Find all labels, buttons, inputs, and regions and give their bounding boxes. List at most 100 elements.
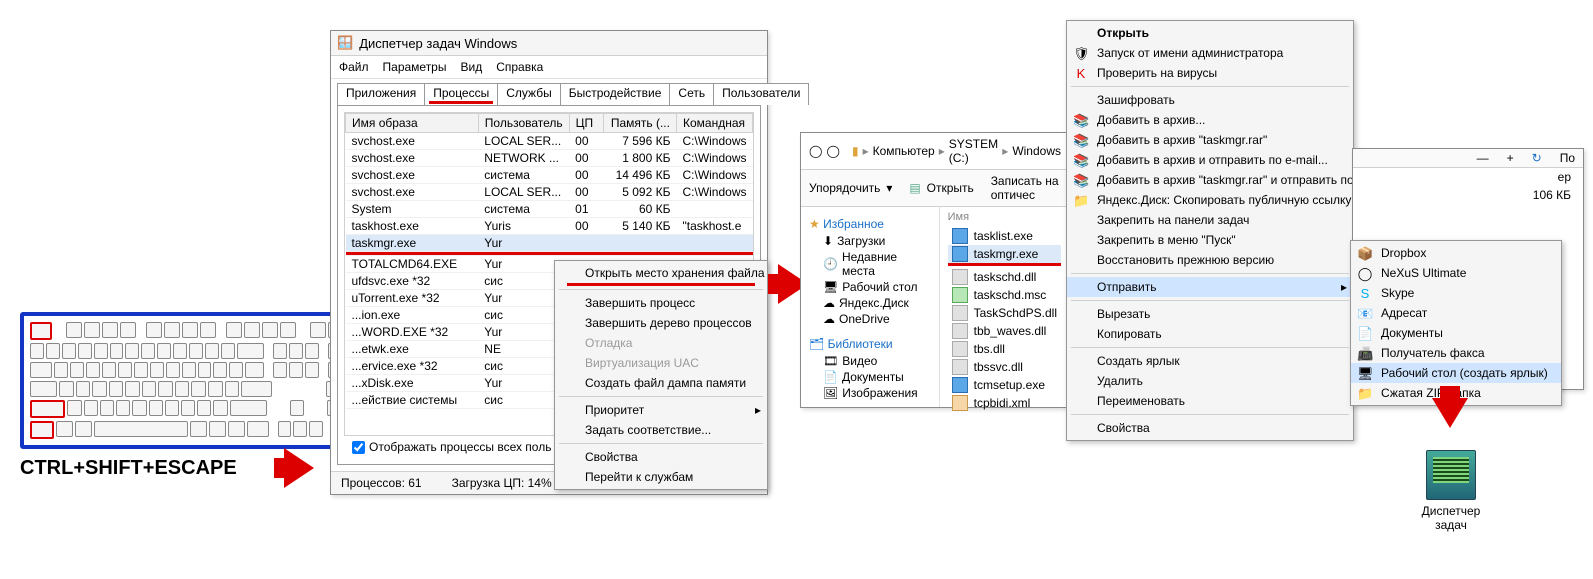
sendto-context-menu[interactable]: 📦Dropbox◯NeXuS UltimateSSkype📧Адресат📄До…	[1350, 240, 1562, 406]
menu-item[interactable]: 📁Яндекс.Диск: Скопировать публичную ссыл…	[1067, 190, 1353, 210]
col-image[interactable]: Имя образа	[346, 114, 479, 133]
menu-item[interactable]: Переименовать	[1067, 391, 1353, 411]
menu-item[interactable]: Завершить процесс	[555, 293, 767, 313]
menu-item[interactable]: 📦Dropbox	[1351, 243, 1561, 263]
tab-network[interactable]: Сеть	[669, 83, 714, 105]
menu-item[interactable]: Отправить	[1067, 277, 1353, 297]
file-context-menu[interactable]: Открыть🛡Запуск от имени администратораKП…	[1066, 20, 1354, 441]
explorer-navpane[interactable]: ★ Избранное ⬇Загрузки🕘Недавние места🖥Раб…	[801, 207, 940, 407]
crumb-drive[interactable]: SYSTEM (C:)	[949, 137, 999, 165]
refresh-icon[interactable]: ↻	[1532, 151, 1542, 165]
menu-item[interactable]: KПроверить на вирусы	[1067, 63, 1353, 83]
menu-item[interactable]: Перейти к службам	[555, 467, 767, 487]
menu-item-label: Вырезать	[1097, 307, 1150, 321]
toolbar-arrange[interactable]: Упорядочить	[809, 181, 880, 195]
toolbar-open[interactable]: Открыть	[927, 181, 974, 195]
menu-item[interactable]: Свойства	[555, 447, 767, 467]
crumb-folder[interactable]: Windows	[1012, 144, 1061, 158]
file-item[interactable]: taskmgr.exe	[948, 245, 1061, 263]
menu-item[interactable]: Открыть	[1067, 23, 1353, 43]
file-item[interactable]: tbb_waves.dll	[948, 322, 1061, 340]
menu-item[interactable]: Создать ярлык	[1067, 351, 1353, 371]
nav-item[interactable]: 🎞Видео	[805, 353, 935, 369]
menu-item[interactable]: Зашифровать	[1067, 90, 1353, 110]
file-item[interactable]: taskschd.dll	[948, 268, 1061, 286]
tab-services[interactable]: Службы	[497, 83, 560, 105]
control-dash[interactable]: —	[1477, 151, 1489, 165]
menu-item[interactable]: 📄Документы	[1351, 323, 1561, 343]
menu-item[interactable]: Закрепить в меню "Пуск"	[1067, 230, 1353, 250]
crumb-computer[interactable]: Компьютер	[873, 144, 935, 158]
menu-item[interactable]: SSkype	[1351, 283, 1561, 303]
tab-applications[interactable]: Приложения	[337, 83, 425, 105]
status-processes: Процессов: 61	[341, 476, 422, 490]
col-user[interactable]: Пользователь	[478, 114, 569, 133]
col-cpu[interactable]: ЦП	[569, 114, 603, 133]
menu-item-icon: ◯	[1357, 266, 1373, 282]
show-all-users-input[interactable]	[352, 441, 365, 454]
process-row[interactable]: svchost.exeLOCAL SER...005 092 КБC:\Wind…	[346, 184, 753, 201]
toolbar-burn[interactable]: Записать на оптичес	[991, 174, 1061, 202]
col-cmdline[interactable]: Командная	[676, 114, 752, 133]
menu-item[interactable]: 📚Добавить в архив "taskmgr.rar" и отправ…	[1067, 170, 1353, 190]
nav-item[interactable]: 🖥Рабочий стол	[805, 279, 935, 295]
tab-processes[interactable]: Процессы	[424, 83, 498, 105]
control-plus[interactable]: +	[1507, 151, 1514, 165]
menu-file[interactable]: Файл	[339, 60, 369, 74]
file-item[interactable]: TaskSchdPS.dll	[948, 304, 1061, 322]
menu-item[interactable]: Восстановить прежнюю версию	[1067, 250, 1353, 270]
file-item[interactable]: tbssvc.dll	[948, 358, 1061, 376]
nav-item[interactable]: ⬇Загрузки	[805, 233, 935, 249]
menu-item[interactable]: 📚Добавить в архив "taskmgr.rar"	[1067, 130, 1353, 150]
process-row[interactable]: svchost.exeсистема0014 496 КБC:\Windows	[346, 167, 753, 184]
file-item[interactable]: tbs.dll	[948, 340, 1061, 358]
menu-help[interactable]: Справка	[496, 60, 543, 74]
file-item[interactable]: tcmsetup.exe	[948, 376, 1061, 394]
process-row[interactable]: svchost.exeLOCAL SER...007 596 КБC:\Wind…	[346, 133, 753, 150]
menu-item[interactable]: Вырезать	[1067, 304, 1353, 324]
process-context-menu[interactable]: Открыть место хранения файла Завершить пр…	[554, 260, 768, 490]
menu-item[interactable]: 📧Адресат	[1351, 303, 1561, 323]
col-memory[interactable]: Память (...	[603, 114, 676, 133]
process-row[interactable]: Systemсистема0160 КБ	[346, 201, 753, 218]
menu-options[interactable]: Параметры	[383, 60, 447, 74]
menu-item[interactable]: Закрепить на панели задач	[1067, 210, 1353, 230]
nav-item[interactable]: 🖼Изображения	[805, 385, 935, 401]
menu-item[interactable]: Копировать	[1067, 324, 1353, 344]
menu-item[interactable]: Открыть место хранения файла	[555, 263, 767, 283]
menu-item[interactable]: Создать файл дампа памяти	[555, 373, 767, 393]
menu-item[interactable]: ◯NeXuS Ultimate	[1351, 263, 1561, 283]
menu-item[interactable]: Задать соответствие...	[555, 420, 767, 440]
nav-item[interactable]: ☁Яндекс.Диск	[805, 295, 935, 311]
breadcrumb[interactable]: ◯ ◯ ▮ ▸ Компьютер ▸ SYSTEM (C:) ▸ Window…	[801, 133, 1069, 170]
menu-item[interactable]: 📚Добавить в архив и отправить по e-mail.…	[1067, 150, 1353, 170]
file-item[interactable]: taskschd.msc	[948, 286, 1061, 304]
process-row[interactable]: svchost.exeNETWORK ...001 800 КБC:\Windo…	[346, 150, 753, 167]
explorer-filelist[interactable]: Имя tasklist.exetaskmgr.exetaskschd.dllt…	[940, 207, 1069, 407]
menu-view[interactable]: Вид	[460, 60, 482, 74]
titlebar[interactable]: 🪟 Диспетчер задач Windows	[331, 31, 767, 56]
file-column-header[interactable]: Имя	[948, 211, 1061, 223]
nav-item[interactable]: 📄Документы	[805, 369, 935, 385]
file-item[interactable]: tcpbidi.xml	[948, 394, 1061, 412]
menu-item[interactable]: Удалить	[1067, 371, 1353, 391]
menu-item[interactable]: 🖥Рабочий стол (создать ярлык)	[1351, 363, 1561, 383]
menu-item[interactable]: 🛡Запуск от имени администратора	[1067, 43, 1353, 63]
process-row[interactable]: taskmgr.exeYur	[346, 235, 753, 252]
nav-libraries-header: 🗂 Библиотеки	[809, 337, 935, 351]
menu-item[interactable]: 📠Получатель факса	[1351, 343, 1561, 363]
menu-item[interactable]: Завершить дерево процессов	[555, 313, 767, 333]
menu-item[interactable]: 📚Добавить в архив...	[1067, 110, 1353, 130]
tab-performance[interactable]: Быстродействие	[560, 83, 671, 105]
desktop-shortcut[interactable]: Диспетчер задач	[1406, 450, 1496, 532]
nav-back-icon[interactable]: ◯	[809, 144, 822, 158]
menu-item[interactable]: Приоритет	[555, 400, 767, 420]
process-row[interactable]: taskhost.exeYuris005 140 КБ"taskhost.e	[346, 218, 753, 235]
tab-users[interactable]: Пользователи	[713, 83, 809, 105]
nav-fwd-icon[interactable]: ◯	[826, 144, 839, 158]
file-item[interactable]: tasklist.exe	[948, 227, 1061, 245]
nav-item[interactable]: 🕘Недавние места	[805, 249, 935, 279]
nav-item-label: Рабочий стол	[842, 280, 917, 294]
nav-item[interactable]: ☁OneDrive	[805, 311, 935, 327]
menu-item[interactable]: Свойства	[1067, 418, 1353, 438]
